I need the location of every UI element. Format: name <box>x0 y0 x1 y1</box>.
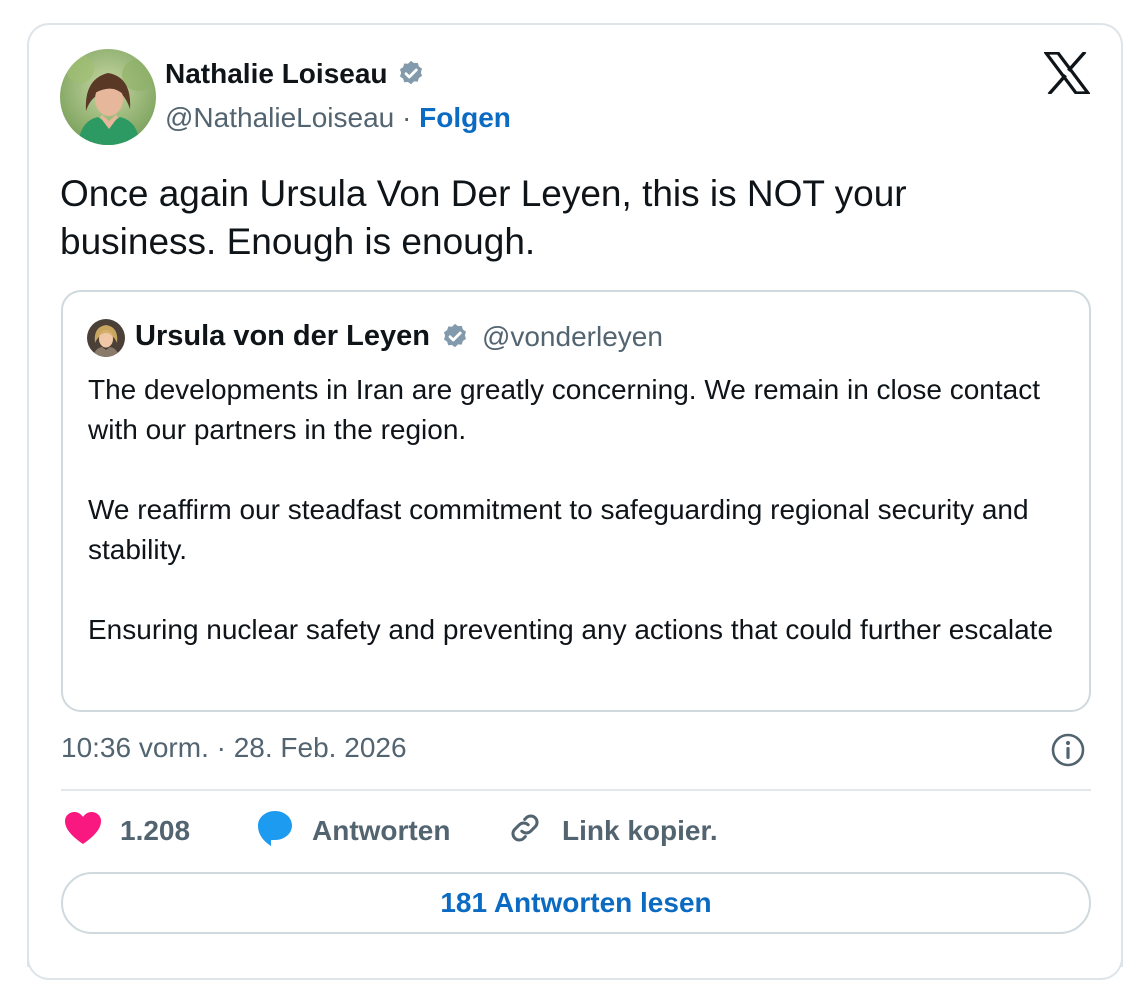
reply-button[interactable]: Antworten <box>256 808 450 854</box>
tweet-text: Once again Ursula Von Der Leyen, this is… <box>60 173 907 262</box>
copy-link-button[interactable]: Link kopier. <box>506 808 718 854</box>
tweet-timestamp[interactable]: 10:36 vorm. · 28. Feb. 2026 <box>61 732 407 764</box>
quoted-header: Ursula von der Leyen @vonderleyen <box>135 320 663 353</box>
quoted-paragraph: The developments in Iran are greatly con… <box>88 374 1040 445</box>
tweet-card-bottom <box>27 935 1123 980</box>
heart-icon <box>64 811 102 852</box>
author-avatar[interactable] <box>60 49 156 145</box>
quoted-paragraph: We reaffirm our steadfast commitment to … <box>88 494 1029 565</box>
quoted-author-handle[interactable]: @vonderleyen <box>482 321 663 353</box>
speech-bubble-icon <box>256 809 294 854</box>
quoted-verified-badge-icon <box>440 322 470 352</box>
x-logo-icon[interactable] <box>1042 50 1092 96</box>
author-name-row: Nathalie Loiseau <box>165 58 426 90</box>
info-icon[interactable] <box>1050 732 1086 768</box>
divider <box>61 789 1091 791</box>
author-name[interactable]: Nathalie Loiseau <box>165 58 388 90</box>
quoted-tweet[interactable]: Ursula von der Leyen @vonderleyen The de… <box>61 290 1091 712</box>
author-handle-row: @NathalieLoiseau · Folgen <box>165 102 511 134</box>
quoted-text: The developments in Iran are greatly con… <box>88 370 1068 650</box>
handle-separator: · <box>402 102 412 133</box>
copy-link-label: Link kopier. <box>562 815 718 846</box>
read-replies-button[interactable]: 181 Antworten lesen <box>61 872 1091 934</box>
author-handle[interactable]: @NathalieLoiseau <box>165 102 394 133</box>
verified-badge-icon <box>396 59 426 89</box>
quoted-paragraph: Ensuring nuclear safety and preventing a… <box>88 614 1054 645</box>
like-button[interactable]: 1.208 <box>64 808 190 854</box>
quoted-author-name[interactable]: Ursula von der Leyen <box>135 320 430 353</box>
like-count: 1.208 <box>120 815 191 846</box>
quoted-author-avatar[interactable] <box>87 319 125 357</box>
link-icon <box>506 809 544 854</box>
follow-button[interactable]: Folgen <box>419 102 511 133</box>
reply-label: Antworten <box>312 815 451 846</box>
